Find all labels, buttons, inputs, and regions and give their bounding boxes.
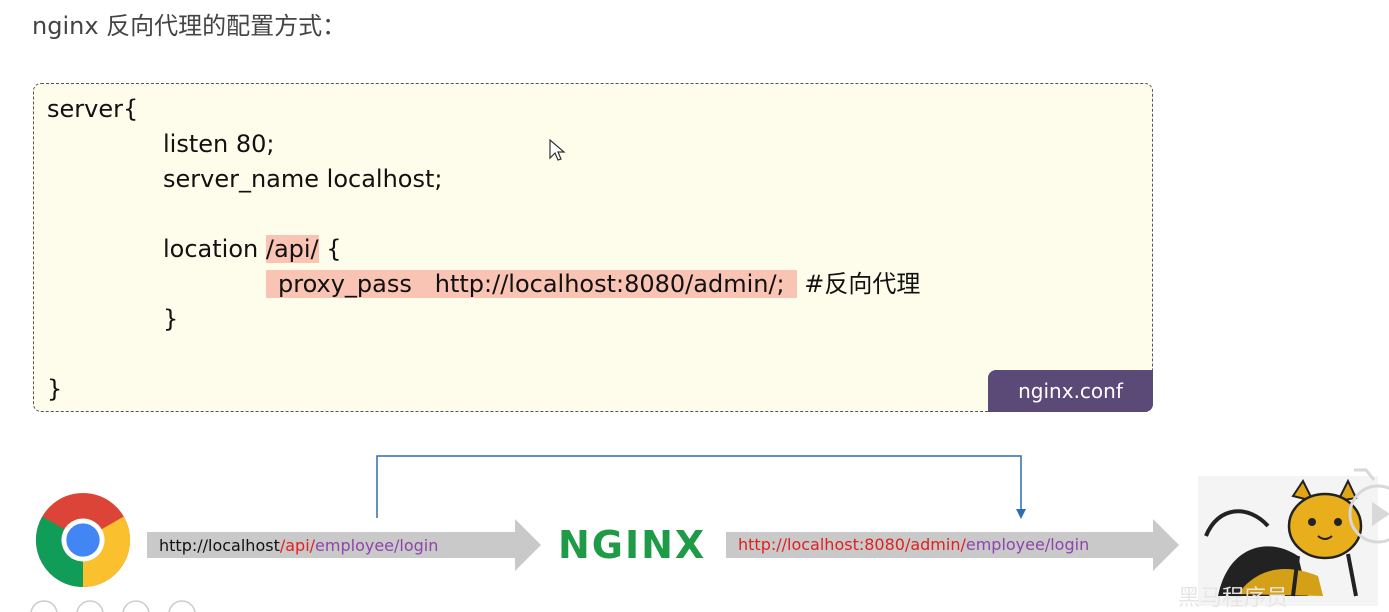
connector-line [376, 455, 1022, 518]
request-url-api: /api/ [279, 536, 316, 555]
request-url-path: employee/login [315, 536, 439, 555]
flow-diagram [147, 455, 1179, 571]
connector-arrowhead [1016, 509, 1026, 519]
video-overlay-controls [1348, 468, 1389, 544]
watermark: 黑马程序员 [1178, 586, 1289, 611]
forward-url-path: employee/login [965, 535, 1090, 554]
nginx-logo: NGINX [558, 523, 707, 567]
slide-nav-dots [30, 600, 196, 612]
request-url: http://localhost/api/employee/login [159, 536, 438, 555]
chrome-icon [35, 492, 131, 588]
request-url-host: http://localhost [159, 536, 280, 555]
forward-url: http://localhost:8080/admin/employee/log… [738, 535, 1089, 554]
forward-url-host: http://localhost:8080/admin/ [738, 535, 966, 554]
